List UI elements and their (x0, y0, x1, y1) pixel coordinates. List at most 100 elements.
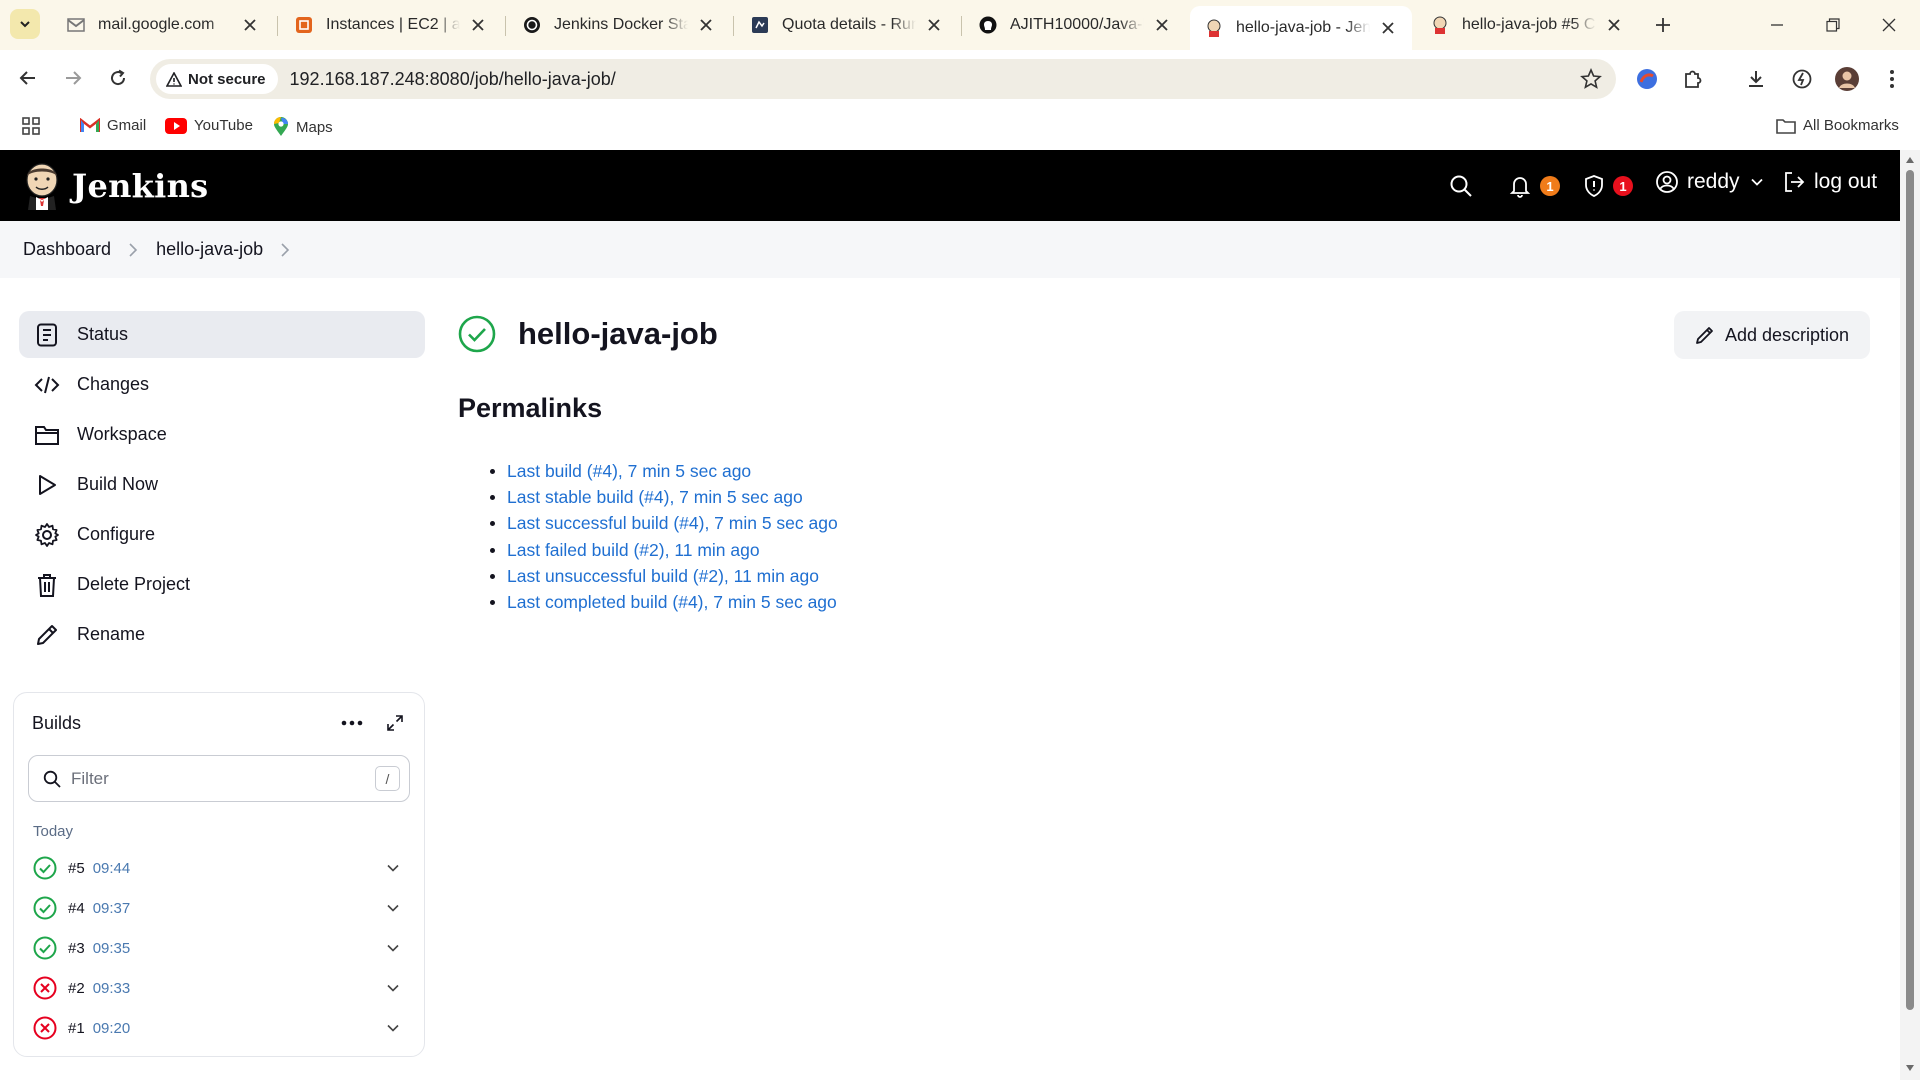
build-row[interactable]: #5 09:44 (22, 850, 414, 886)
scroll-up-arrow-icon[interactable] (1905, 155, 1915, 165)
security-button[interactable] (1582, 174, 1606, 198)
build-row[interactable]: #1 09:20 (22, 1010, 414, 1046)
tab-search-button[interactable] (10, 9, 40, 39)
breadcrumb-dashboard[interactable]: Dashboard (23, 239, 111, 260)
browser-tab[interactable]: Quota details - Runn (736, 6, 958, 44)
chevron-down-icon[interactable] (382, 857, 404, 879)
sidebar-item-build-now[interactable]: Build Now (19, 461, 425, 508)
scroll-down-arrow-icon[interactable] (1905, 1063, 1915, 1073)
close-icon[interactable] (240, 15, 260, 35)
restore-icon (1826, 18, 1840, 32)
site-info-chip[interactable]: Not secure (156, 64, 278, 94)
sidebar-item-status[interactable]: Status (19, 311, 425, 358)
browser-tab[interactable]: AJITH10000/Java-Ma (964, 6, 1186, 44)
folder-icon (33, 421, 61, 449)
chatgpt-icon (522, 15, 542, 35)
sidebar-item-delete-project[interactable]: Delete Project (19, 561, 425, 608)
window-close-button[interactable] (1874, 10, 1904, 40)
bookmark-maps[interactable]: Maps (273, 117, 333, 137)
pencil-icon (1696, 327, 1713, 344)
build-time[interactable]: 09:20 (93, 1020, 131, 1037)
bookmark-label: Maps (296, 118, 333, 136)
notifications-button[interactable] (1508, 174, 1532, 198)
builds-title: Builds (32, 713, 82, 733)
address-bar[interactable]: Not secure 192.168.187.248:8080/job/hell… (150, 59, 1616, 99)
permalink-last-failed-build[interactable]: Last failed build (#2), 11 min ago (507, 540, 760, 561)
reload-button[interactable] (103, 63, 133, 93)
close-icon[interactable] (1152, 15, 1172, 35)
apps-button[interactable] (22, 117, 47, 135)
builds-filter[interactable]: / (28, 755, 410, 802)
add-description-button[interactable]: Add description (1674, 311, 1870, 359)
chevron-down-icon[interactable] (382, 897, 404, 919)
bookmarks-bar: Gmail YouTube Maps All Bookmarks (0, 107, 1920, 150)
restore-button[interactable] (1818, 10, 1848, 40)
sidebar-item-configure[interactable]: Configure (19, 511, 425, 558)
extensions-button[interactable] (1678, 64, 1708, 94)
browser-tab[interactable]: Jenkins Docker Startu (508, 6, 730, 44)
build-time[interactable]: 09:33 (93, 980, 131, 997)
builds-more-button[interactable] (338, 709, 366, 737)
browser-tab[interactable]: Instances | EC2 | ap-s (280, 6, 502, 44)
scrollbar-thumb[interactable] (1906, 170, 1914, 1010)
user-menu[interactable]: reddy (1655, 170, 1764, 194)
permalink-last-successful-build[interactable]: Last successful build (#4), 7 min 5 sec … (507, 513, 838, 534)
page-scrollbar[interactable] (1900, 150, 1920, 1080)
chevron-down-icon[interactable] (382, 977, 404, 999)
sidebar-item-changes[interactable]: Changes (19, 361, 425, 408)
extension-button[interactable] (1632, 64, 1662, 94)
logout-button[interactable]: log out (1782, 170, 1877, 194)
permalink-last-completed-build[interactable]: Last completed build (#4), 7 min 5 sec a… (507, 592, 837, 613)
bookmark-gmail[interactable]: Gmail (80, 117, 146, 134)
browser-tab-active[interactable]: hello-java-job - Jenk (1190, 6, 1412, 50)
jenkins-icon (1204, 18, 1224, 38)
breadcrumb-chevron-icon[interactable] (128, 242, 138, 258)
build-time[interactable]: 09:37 (93, 900, 131, 917)
close-icon[interactable] (696, 15, 716, 35)
chevron-down-icon[interactable] (382, 1017, 404, 1039)
bookmark-youtube[interactable]: YouTube (165, 117, 253, 134)
build-number: #2 (68, 979, 85, 997)
all-bookmarks-button[interactable]: All Bookmarks (1776, 117, 1899, 134)
url-text[interactable]: 192.168.187.248:8080/job/hello-java-job/ (290, 69, 616, 90)
builds-expand-button[interactable] (381, 709, 409, 737)
downloads-button[interactable] (1741, 64, 1771, 94)
close-icon[interactable] (1378, 18, 1398, 38)
browser-tab[interactable]: mail.google.com (52, 6, 274, 44)
sidebar-item-rename[interactable]: Rename (19, 611, 425, 658)
profile-avatar[interactable] (1832, 64, 1862, 94)
search-button[interactable] (1449, 174, 1473, 198)
build-time[interactable]: 09:35 (93, 940, 131, 957)
permalink-last-stable-build[interactable]: Last stable build (#4), 7 min 5 sec ago (507, 487, 803, 508)
sidebar-item-label: Configure (77, 524, 156, 544)
new-tab-button[interactable] (1650, 12, 1676, 38)
build-row[interactable]: #4 09:37 (22, 890, 414, 926)
back-button[interactable] (13, 63, 43, 93)
breadcrumb-chevron-icon[interactable] (280, 242, 290, 258)
bookmark-star-icon[interactable] (1580, 67, 1602, 95)
maps-icon (274, 117, 289, 136)
browser-tab[interactable]: hello-java-job #5 Co (1416, 6, 1638, 44)
jenkins-home-link[interactable]: Jenkins (22, 162, 208, 210)
builds-filter-input[interactable] (71, 768, 351, 789)
build-time[interactable]: 09:44 (93, 860, 131, 877)
breadcrumb-job[interactable]: hello-java-job (156, 239, 263, 260)
close-icon[interactable] (924, 15, 944, 35)
permalink-last-unsuccessful-build[interactable]: Last unsuccessful build (#2), 11 min ago (507, 566, 819, 587)
permalink-last-build[interactable]: Last build (#4), 7 min 5 sec ago (507, 461, 751, 482)
bookmark-label: YouTube (194, 117, 253, 134)
close-icon[interactable] (1604, 15, 1624, 35)
chevron-down-icon[interactable] (382, 937, 404, 959)
breadcrumb: Dashboard hello-java-job (0, 221, 1900, 278)
success-check-icon (32, 855, 58, 881)
sidebar-item-workspace[interactable]: Workspace (19, 411, 425, 458)
close-icon[interactable] (468, 15, 488, 35)
minimize-button[interactable] (1762, 10, 1792, 40)
build-row[interactable]: #2 09:33 (22, 970, 414, 1006)
browser-menu-button[interactable] (1877, 64, 1907, 94)
gmail-icon (66, 15, 86, 35)
performance-button[interactable] (1787, 64, 1817, 94)
success-check-icon (32, 895, 58, 921)
forward-button[interactable] (58, 63, 88, 93)
build-row[interactable]: #3 09:35 (22, 930, 414, 966)
